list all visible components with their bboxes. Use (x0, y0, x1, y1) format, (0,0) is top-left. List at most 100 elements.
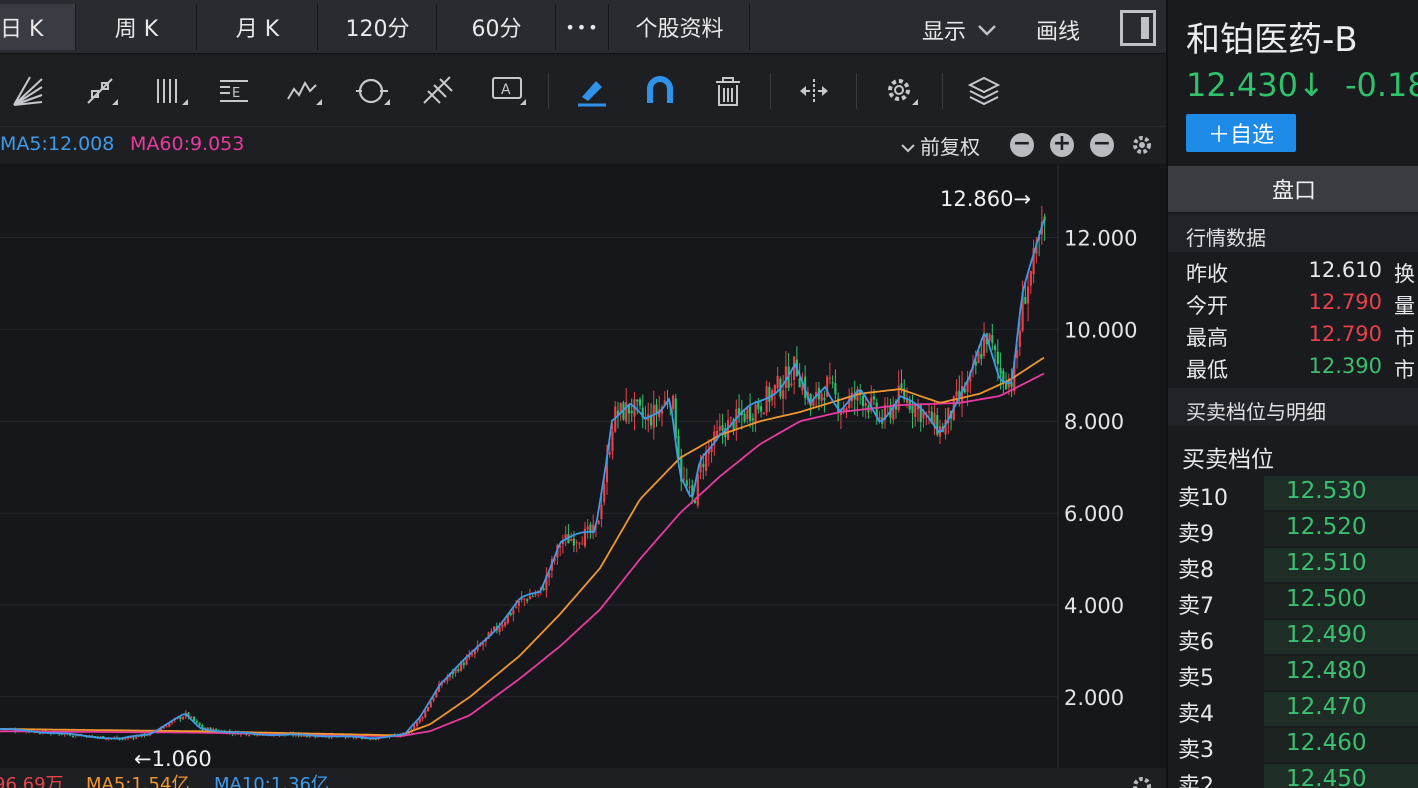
max-price-label: 12.860→ (940, 187, 1031, 211)
candle-body (1005, 382, 1008, 390)
book-section-title[interactable]: 买卖档位与明细 (1186, 396, 1326, 425)
volume-value: 96.69万 (0, 774, 64, 788)
candle-body (432, 698, 435, 701)
add-watchlist-button[interactable]: ＋自选 (1186, 114, 1296, 152)
candle-body (927, 411, 931, 413)
candle-body (523, 598, 526, 600)
tab-order-book[interactable]: 盘口 (1168, 166, 1418, 212)
kline-chart-svg: 12.000 10.000 8.000 6.000 4.000 2.000 12.860→ ←… (0, 164, 1137, 768)
trend-line-icon[interactable] (80, 71, 120, 111)
candle-body (726, 420, 730, 440)
quote-extra-label: 市 (1394, 358, 1415, 382)
parallel-lines-icon[interactable] (150, 71, 190, 111)
candle-body (597, 520, 600, 525)
tab-weekly-k[interactable]: 周 K (77, 4, 197, 50)
price-change: -0.180 (1344, 66, 1418, 104)
display-label: 显示 (922, 20, 967, 45)
tab-daily-k[interactable]: 日 K (0, 4, 76, 50)
trash-icon[interactable] (708, 71, 748, 111)
kline-chart[interactable]: 12.000 10.000 8.000 6.000 4.000 2.000 12.860→ ←… (0, 164, 1166, 768)
candle-body (702, 463, 705, 468)
candle-body (991, 335, 994, 344)
last-price: 12.430↓ (1186, 66, 1325, 104)
ask-row[interactable]: 卖3 12.460 (1168, 728, 1418, 763)
tab-60min[interactable]: 60分 (438, 4, 556, 50)
candle-body (421, 717, 424, 719)
candle-body (685, 480, 688, 486)
ask-level-label: 卖9 (1178, 522, 1214, 547)
quote-value: 12.790 (1308, 322, 1382, 346)
draw-lines-button[interactable]: 画线 (1036, 8, 1080, 52)
candle-body (988, 333, 991, 342)
candle-body (999, 367, 1002, 374)
candles-group (0, 205, 1046, 741)
zoom-in-icon[interactable]: + (1050, 133, 1074, 157)
candle-body (776, 376, 779, 389)
ask-price: 12.520 (1286, 514, 1367, 540)
candle-body (501, 624, 504, 628)
quote-label: 最低 (1186, 358, 1228, 382)
candle-body (300, 735, 303, 737)
magnet-icon[interactable] (640, 71, 680, 111)
ask-price: 12.530 (1286, 478, 1367, 504)
fork-icon[interactable] (418, 71, 458, 111)
collapse-icon[interactable]: − (1010, 133, 1034, 157)
candle-body (429, 701, 432, 708)
cycle-icon[interactable] (352, 71, 392, 111)
candle-body (498, 627, 501, 632)
volume-settings-icon[interactable] (1128, 772, 1156, 788)
layers-icon[interactable] (964, 71, 1004, 111)
quote-value: 12.610 (1308, 258, 1382, 282)
candle-body (911, 405, 914, 413)
candle-body (1029, 271, 1032, 286)
order-book-title: 买卖档位 (1182, 447, 1274, 473)
adjust-mode-dropdown[interactable]: 前复权 (900, 131, 980, 160)
drawing-toolbar: E A (0, 55, 1166, 127)
ask-row[interactable]: 卖4 12.470 (1168, 692, 1418, 727)
candle-body (743, 413, 746, 422)
pencil-icon[interactable] (572, 71, 612, 111)
svg-text:A: A (501, 82, 511, 98)
gear-icon[interactable] (880, 71, 920, 111)
zoom-out-icon[interactable]: − (1090, 133, 1114, 157)
quote-value: 12.390 (1308, 354, 1382, 378)
text-box-icon[interactable]: A (488, 71, 528, 111)
ask-row[interactable]: 卖7 12.500 (1168, 584, 1418, 619)
ask-row[interactable]: 卖8 12.510 (1168, 548, 1418, 583)
candle-body (248, 734, 251, 736)
layout-toggle-icon[interactable] (1120, 10, 1156, 46)
ask-row[interactable]: 卖9 12.520 (1168, 512, 1418, 547)
more-tabs-button[interactable]: ••• (557, 4, 609, 50)
chart-settings-icon[interactable] (1128, 131, 1156, 159)
ask-price: 12.500 (1286, 586, 1367, 612)
display-dropdown[interactable]: 显示 (922, 8, 998, 52)
volume-ma5: MA5:1.54亿 (86, 774, 190, 788)
min-price-label: ←1.060 (134, 747, 212, 768)
ask-row[interactable]: 卖2 12.450 (1168, 764, 1418, 788)
candle-body (1024, 296, 1027, 304)
candle-body (861, 396, 865, 407)
candle-body (206, 727, 209, 730)
candle-body (603, 484, 606, 503)
candle-body (256, 735, 259, 737)
ask-row[interactable]: 卖6 12.490 (1168, 620, 1418, 655)
tab-120min[interactable]: 120分 (319, 4, 437, 50)
tab-stock-profile[interactable]: 个股资料 (610, 4, 750, 50)
fan-lines-icon[interactable] (8, 71, 48, 111)
y-tick-label: 10.000 (1064, 318, 1137, 342)
candle-body (762, 412, 765, 415)
candle-body (996, 351, 999, 364)
candle-body (457, 669, 460, 672)
ask-price: 12.470 (1286, 694, 1367, 720)
candle-body (575, 542, 578, 544)
toolbar-divider (548, 73, 549, 109)
wave-icon[interactable] (284, 71, 324, 111)
candle-body (828, 377, 831, 379)
tab-monthly-k[interactable]: 月 K (198, 4, 318, 50)
ask-level-label: 卖5 (1178, 666, 1214, 691)
ask-row[interactable]: 卖10 12.530 (1168, 476, 1418, 511)
ask-row[interactable]: 卖5 12.480 (1168, 656, 1418, 691)
candle-body (955, 391, 958, 397)
measure-icon[interactable] (794, 71, 834, 111)
text-grid-icon[interactable]: E (214, 71, 254, 111)
